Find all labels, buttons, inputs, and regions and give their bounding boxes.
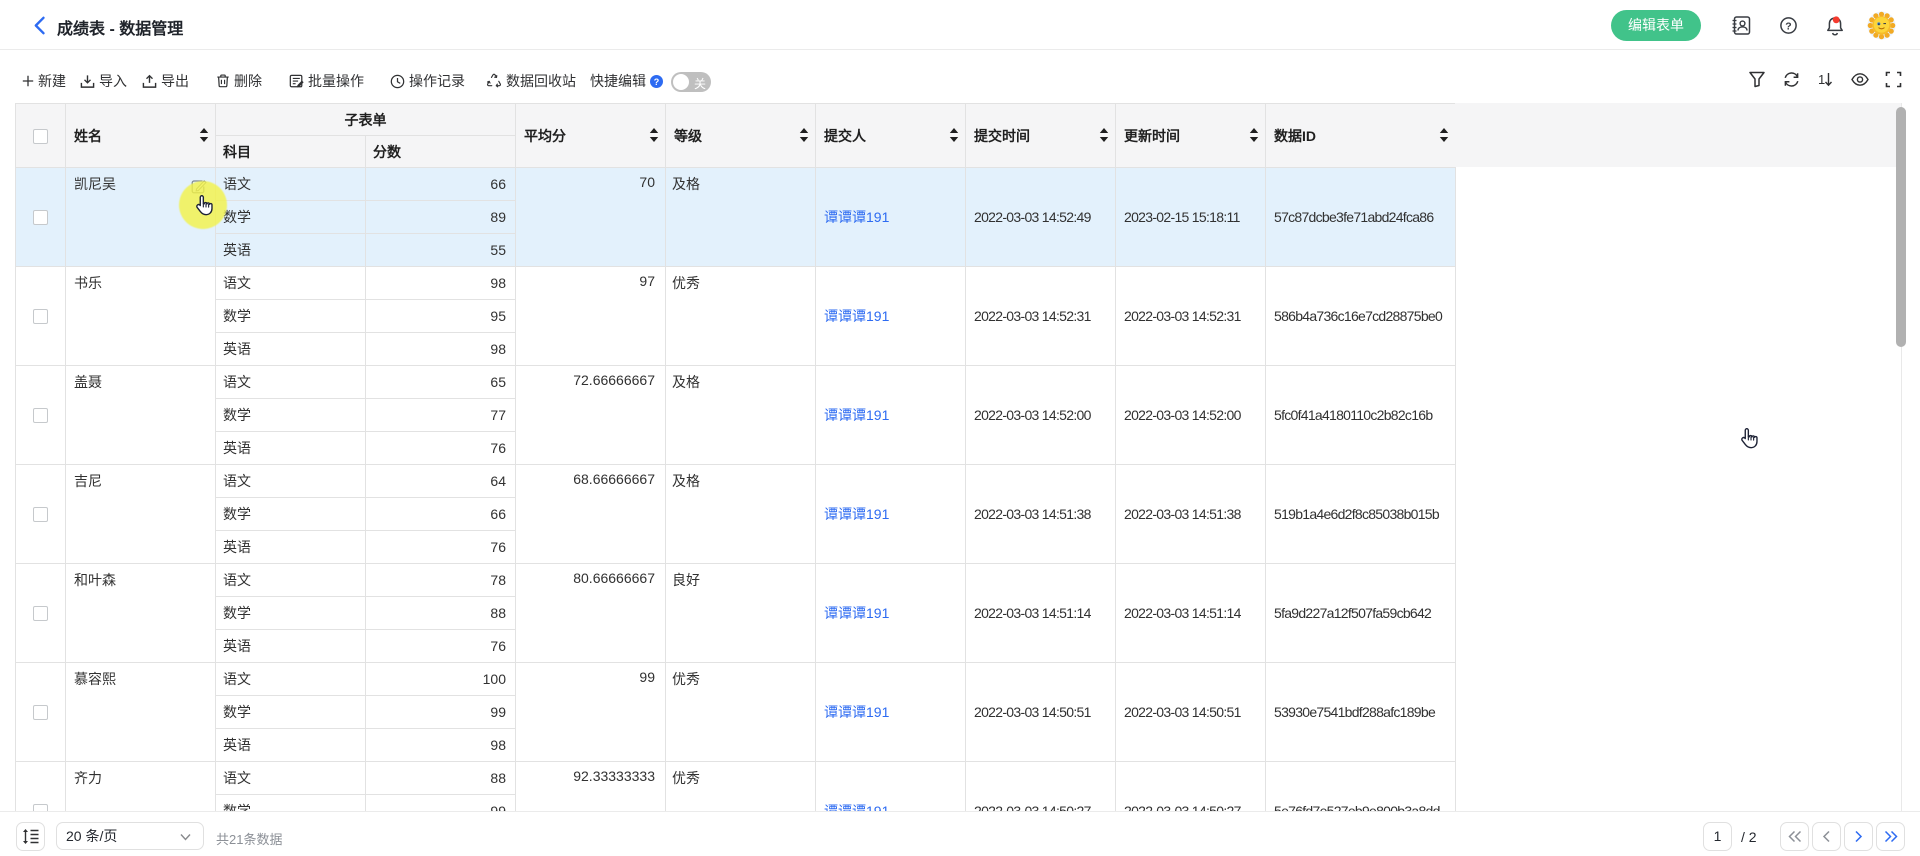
svg-text:?: ? bbox=[654, 77, 660, 87]
svg-text:?: ? bbox=[1785, 21, 1791, 33]
svg-text:1: 1 bbox=[1818, 72, 1825, 87]
